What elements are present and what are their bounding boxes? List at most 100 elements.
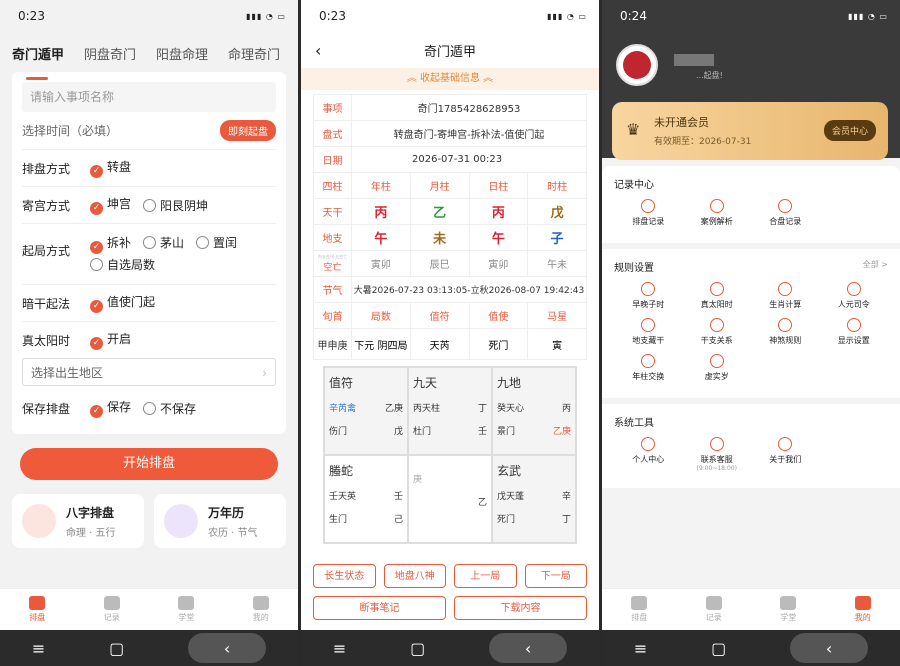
calendar-tile[interactable]: 万年历 农历 · 节气 [154, 494, 286, 548]
palace-cell[interactable]: 九地 癸天心 丙景门 乙庚 [492, 367, 576, 455]
rule-item[interactable]: 真太阳时 [683, 282, 752, 310]
check-icon: ✓ [90, 337, 103, 350]
check-icon: ✓ [90, 300, 103, 313]
palace-cell[interactable]: 值符 辛芮禽 乙庚 伤门 戊 [324, 367, 408, 455]
chevron-right-icon: › [262, 366, 267, 380]
tab-mingli[interactable]: 命理奇门 [228, 44, 280, 72]
rule-item[interactable]: 干支关系 [683, 318, 752, 346]
xun-head: 值符 [411, 303, 470, 328]
tab-learn[interactable]: 学堂 [780, 596, 797, 623]
paipan-records-item[interactable]: 排盘记录 [614, 199, 683, 227]
opt-chaibu[interactable]: ✓ 拆补 [90, 232, 131, 254]
palace-door: 死门 [497, 515, 516, 525]
tab-qimen[interactable]: 奇门遁甲 [12, 44, 64, 80]
tab-yangpan[interactable]: 阳盘命理 [156, 44, 208, 72]
opt-zhishi[interactable]: ✓ 值使门起 [90, 293, 155, 313]
menu-icon[interactable]: ≡ [32, 639, 45, 658]
time-label: 选择时间（必填） [22, 124, 119, 138]
home-icon[interactable]: ▢ [711, 639, 726, 658]
home-icon[interactable]: ▢ [410, 639, 425, 658]
tab-learn[interactable]: 学堂 [178, 596, 195, 623]
download-button[interactable]: 下载内容 [454, 596, 587, 620]
profile-header: 0:24 ▮▮▮ ◔ ▭ ...起盘! ♛ 未开通会员 有效期至：2026-07-… [602, 0, 900, 160]
prev-ju-button[interactable]: 上一局 [454, 564, 517, 588]
item-label: 神煞规则 [769, 336, 802, 345]
next-ju-button[interactable]: 下一局 [524, 564, 587, 588]
tab-paipan[interactable]: 排盘 [631, 596, 648, 623]
rule-item[interactable]: 神煞规则 [751, 318, 820, 346]
sun-icon [709, 282, 724, 296]
opt-zixuan[interactable]: 自选局数 [90, 254, 155, 276]
palace-door: 景门 [497, 427, 516, 437]
xun-cell: 死门 [470, 329, 529, 359]
row-label: 寄宫方式 [22, 198, 71, 213]
status-bar: 0:24 ▮▮▮ ◔ ▭ [602, 0, 900, 32]
rule-item[interactable]: 年柱交换 [614, 354, 683, 382]
palace-star: 庚 [413, 475, 423, 485]
rule-item[interactable]: 虚实岁 [683, 354, 752, 382]
palace-cell[interactable]: 螣蛇 壬天英 壬生门 己 [324, 455, 408, 543]
changsheng-button[interactable]: 长生状态 [313, 564, 376, 588]
tab-records[interactable]: 记录 [705, 596, 722, 623]
swap-icon [641, 354, 656, 368]
collapse-info-button[interactable]: ︽ 收起基础信息 ︽ [301, 68, 599, 90]
opt-zhuanpan[interactable]: ✓ 转盘 [90, 158, 131, 178]
rule-item[interactable]: 显示设置 [820, 318, 889, 346]
event-name-input[interactable]: 请输入事项名称 [22, 82, 276, 112]
zhi-row: 地支午未午子 [314, 225, 586, 251]
xun-head: 马星 [547, 312, 568, 323]
opt-kaiqi[interactable]: ✓ 开启 [90, 330, 131, 350]
rule-item[interactable]: 早晚子时 [614, 282, 683, 310]
qimen-board: 值符 辛芮禽 乙庚 伤门戊 九天 丙天柱丁杜门壬 九地 癸天心丙景门 乙庚 螣蛇 壬天英壬生门… [323, 366, 577, 544]
menu-icon[interactable]: ≡ [634, 639, 647, 658]
palace-star: 癸天心 [497, 404, 525, 414]
opt-nosave[interactable]: 不保存 [143, 400, 196, 417]
avatar[interactable] [616, 44, 658, 86]
merge-records-item[interactable]: 合盘记录 [751, 199, 820, 227]
xun-head: 局数 [352, 303, 411, 328]
start-paipan-button[interactable]: 开始排盘 [20, 448, 278, 480]
opt-save[interactable]: ✓ 保存 [90, 398, 131, 418]
region-select[interactable]: 选择出生地区 › [22, 358, 276, 386]
opt-kungong[interactable]: ✓ 坤宫 [90, 195, 131, 215]
case-analysis-item[interactable]: 案例解析 [683, 199, 752, 227]
profile-center-item[interactable]: 个人中心 [614, 437, 683, 472]
hexagon-icon [641, 318, 656, 332]
tab-label: 排盘 [29, 613, 46, 622]
back-icon[interactable]: ‹ [188, 633, 267, 663]
pillar-day: 日柱 [470, 173, 529, 198]
opt-yanggen[interactable]: 阳艮阴坤 [143, 197, 208, 214]
palace-center[interactable]: 庚乙 [408, 455, 492, 543]
rule-item[interactable]: 地支藏干 [614, 318, 683, 346]
tab-mine[interactable]: 我的 [854, 596, 871, 623]
bazi-tile[interactable]: 八字排盘 命理 · 五行 [12, 494, 144, 548]
tab-yinpan[interactable]: 阴盘奇门 [84, 44, 136, 72]
palace-star: 丙天柱 [413, 404, 441, 414]
dipan-bashen-button[interactable]: 地盘八神 [383, 564, 446, 588]
back-icon[interactable]: ‹ [790, 633, 869, 663]
rule-item[interactable]: 人元司令 [820, 282, 889, 310]
tab-paipan[interactable]: 排盘 [29, 596, 46, 623]
home-icon[interactable]: ▢ [109, 639, 124, 658]
crown-icon: ♛ [626, 120, 641, 139]
see-all-link[interactable]: 全部 > [863, 259, 888, 274]
back-arrow-icon[interactable]: ‹ [315, 41, 321, 60]
notes-button[interactable]: 断事笔记 [313, 596, 446, 620]
tab-records[interactable]: 记录 [103, 596, 120, 623]
menu-icon[interactable]: ≡ [333, 639, 346, 658]
about-item[interactable]: 关于我们 [751, 437, 820, 472]
vip-center-button[interactable]: 会员中心 [823, 120, 876, 141]
palace-door: 杜门 [413, 427, 432, 437]
opt-maoshan[interactable]: 茅山 [143, 232, 184, 254]
opt-zhirun[interactable]: 置闰 [196, 232, 237, 254]
customer-service-item[interactable]: 联系客服 (9:00~18:00) [683, 437, 752, 472]
gan-year: 丙 [352, 199, 411, 224]
palace-cell[interactable]: 玄武 戊天蓬 辛死门 丁 [492, 455, 576, 543]
back-icon[interactable]: ‹ [489, 633, 568, 663]
rule-item[interactable]: 生肖计算 [751, 282, 820, 310]
palace-cell[interactable]: 九天 丙天柱 丁杜门 壬 [408, 367, 492, 455]
headset-icon [709, 437, 724, 451]
palace-star: 壬天英 [329, 492, 357, 502]
tab-mine[interactable]: 我的 [252, 596, 269, 623]
instant-button[interactable]: 即刻起盘 [220, 120, 276, 141]
